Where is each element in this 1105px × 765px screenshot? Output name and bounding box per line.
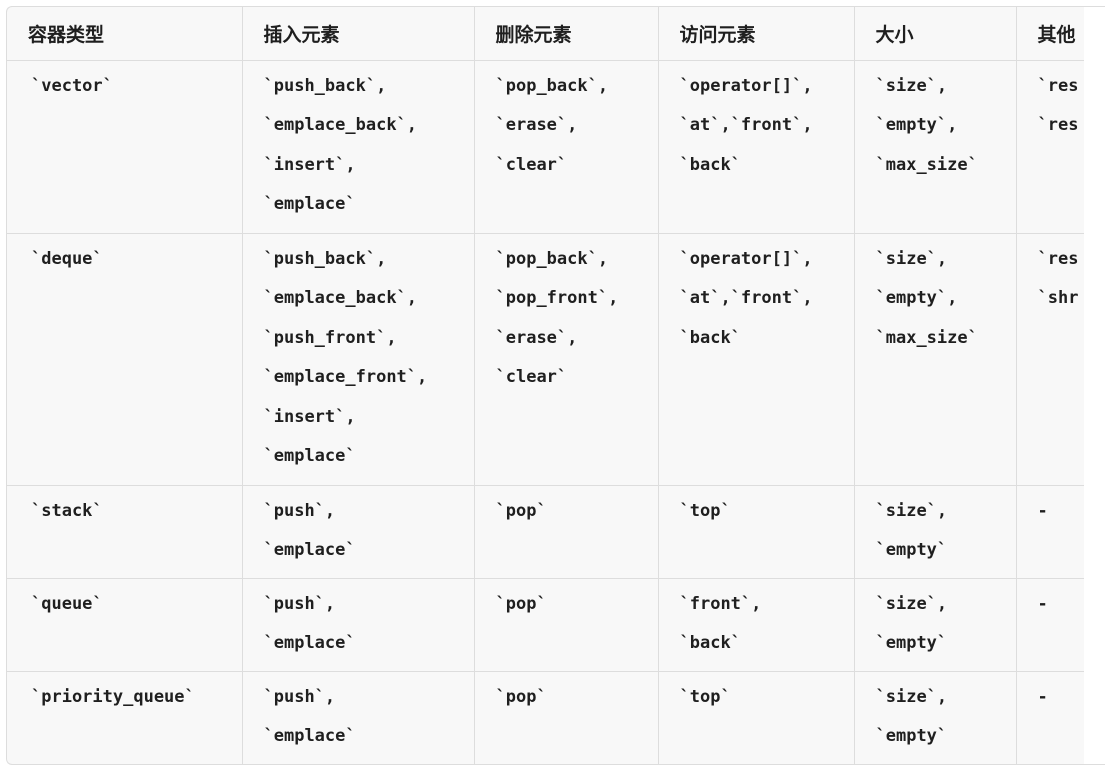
cell-remove: `pop_back`, `pop_front`, `erase`, `clear… bbox=[474, 233, 659, 486]
cell-line: `size`, bbox=[875, 500, 948, 521]
cell-line: `erase`, bbox=[495, 115, 578, 136]
cell-line: `at`,`front`, bbox=[679, 288, 813, 309]
cell-line: `emplace` bbox=[263, 633, 356, 654]
cell-line: `empty` bbox=[875, 726, 948, 747]
cell-line: `emplace_back`, bbox=[263, 288, 418, 309]
horizontal-overflow-edge bbox=[1084, 7, 1105, 764]
cell-remove: `pop_back`, `erase`, `clear` bbox=[474, 60, 659, 234]
container-name: `vector` bbox=[31, 75, 113, 96]
cell-line: `back` bbox=[679, 154, 741, 175]
cell-line: `top` bbox=[679, 500, 731, 521]
cell-remove: `pop` bbox=[474, 578, 659, 672]
cell-line: `push_back`, bbox=[263, 248, 387, 269]
cell-line: `max_size` bbox=[875, 327, 978, 348]
cell-line: `insert`, bbox=[263, 406, 356, 427]
cell-container: `vector` bbox=[7, 60, 243, 234]
cell-line: `empty` bbox=[875, 633, 948, 654]
cell-size: `size`, `empty`, `max_size` bbox=[854, 60, 1017, 234]
cell-line: `pop_back`, bbox=[495, 248, 609, 269]
cell-line: `empty`, bbox=[875, 115, 958, 136]
cell-line: `size`, bbox=[875, 686, 948, 707]
cell-line: `emplace` bbox=[263, 446, 356, 467]
cell-line: `operator[]`, bbox=[679, 248, 813, 269]
cell-insert: `push`, `emplace` bbox=[242, 578, 475, 672]
cell-insert: `push`, `emplace` bbox=[242, 671, 475, 764]
table-row: `priority_queue` `push`, `emplace` `pop`… bbox=[7, 671, 1105, 764]
table-container: 容器类型 插入元素 删除元素 访问元素 大小 其他 `vector` `push… bbox=[6, 6, 1105, 765]
cell-line: `emplace` bbox=[263, 540, 356, 561]
cell-size: `size`, `empty`, `max_size` bbox=[854, 233, 1017, 486]
container-name: `queue` bbox=[31, 593, 103, 614]
cell-container: `stack` bbox=[7, 485, 243, 579]
cell-container: `priority_queue` bbox=[7, 671, 243, 764]
cell-line: `pop` bbox=[495, 500, 547, 521]
header-access: 访问元素 bbox=[658, 7, 855, 61]
cell-access: `top` bbox=[658, 671, 855, 764]
table-row: `stack` `push`, `emplace` `pop` `top` `s… bbox=[7, 485, 1105, 579]
table-row: `deque` `push_back`, `emplace_back`, `pu… bbox=[7, 233, 1105, 486]
cell-line: `insert`, bbox=[263, 154, 356, 175]
cell-access: `operator[]`, `at`,`front`, `back` bbox=[658, 60, 855, 234]
cell-line: `push_back`, bbox=[263, 75, 387, 96]
header-insert: 插入元素 bbox=[242, 7, 475, 61]
cell-line: `size`, bbox=[875, 75, 948, 96]
cell-line: `size`, bbox=[875, 593, 948, 614]
cell-line: `emplace` bbox=[263, 194, 356, 215]
container-name: `priority_queue` bbox=[31, 686, 195, 707]
cell-access: `operator[]`, `at`,`front`, `back` bbox=[658, 233, 855, 486]
cell-line: `clear` bbox=[495, 367, 568, 388]
table-row: `vector` `push_back`, `emplace_back`, `i… bbox=[7, 60, 1105, 234]
cell-line: `empty` bbox=[875, 540, 948, 561]
cell-access: `front`, `back` bbox=[658, 578, 855, 672]
cell-line: `emplace_back`, bbox=[263, 115, 418, 136]
cell-insert: `push_back`, `emplace_back`, `insert`, `… bbox=[242, 60, 475, 234]
cell-remove: `pop` bbox=[474, 485, 659, 579]
cell-container: `deque` bbox=[7, 233, 243, 486]
cell-line: `max_size` bbox=[875, 154, 978, 175]
cell-container: `queue` bbox=[7, 578, 243, 672]
cell-line: `back` bbox=[679, 633, 741, 654]
cell-line: `push`, bbox=[263, 593, 336, 614]
cell-remove: `pop` bbox=[474, 671, 659, 764]
cell-access: `top` bbox=[658, 485, 855, 579]
cell-line: `pop` bbox=[495, 686, 547, 707]
cell-line: `size`, bbox=[875, 248, 948, 269]
cell-line: `pop_front`, bbox=[495, 288, 619, 309]
cell-line: `push`, bbox=[263, 686, 336, 707]
cell-line: `top` bbox=[679, 686, 731, 707]
container-name: `deque` bbox=[31, 248, 103, 269]
cell-line: `clear` bbox=[495, 154, 568, 175]
cell-line: `operator[]`, bbox=[679, 75, 813, 96]
header-size: 大小 bbox=[854, 7, 1017, 61]
cell-line: `emplace_front`, bbox=[263, 367, 428, 388]
cell-size: `size`, `empty` bbox=[854, 485, 1017, 579]
cell-size: `size`, `empty` bbox=[854, 578, 1017, 672]
container-name: `stack` bbox=[31, 500, 103, 521]
header-remove: 删除元素 bbox=[474, 7, 659, 61]
cell-line: `empty`, bbox=[875, 288, 958, 309]
table-row: `queue` `push`, `emplace` `pop` `front`,… bbox=[7, 578, 1105, 672]
cell-line: `emplace` bbox=[263, 726, 356, 747]
table-header-row: 容器类型 插入元素 删除元素 访问元素 大小 其他 bbox=[7, 7, 1105, 61]
cell-line: `at`,`front`, bbox=[679, 115, 813, 136]
cell-insert: `push_back`, `emplace_back`, `push_front… bbox=[242, 233, 475, 486]
header-container-type: 容器类型 bbox=[7, 7, 243, 61]
cell-insert: `push`, `emplace` bbox=[242, 485, 475, 579]
cell-line: `pop_back`, bbox=[495, 75, 609, 96]
cell-line: `push_front`, bbox=[263, 327, 397, 348]
cell-line: `pop` bbox=[495, 593, 547, 614]
cell-line: `erase`, bbox=[495, 327, 578, 348]
container-operations-table: 容器类型 插入元素 删除元素 访问元素 大小 其他 `vector` `push… bbox=[7, 7, 1105, 764]
cell-size: `size`, `empty` bbox=[854, 671, 1017, 764]
cell-line: `front`, bbox=[679, 593, 762, 614]
cell-line: `push`, bbox=[263, 500, 336, 521]
cell-line: `back` bbox=[679, 327, 741, 348]
